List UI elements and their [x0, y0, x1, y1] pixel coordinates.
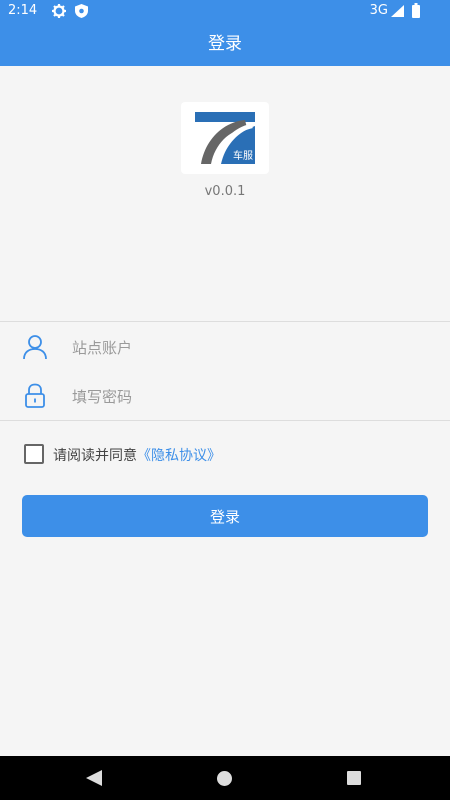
- battery-icon: [412, 3, 420, 18]
- logo-text: 车服: [233, 149, 253, 162]
- gear-icon: [52, 4, 66, 18]
- login-button[interactable]: 登录: [22, 495, 428, 537]
- account-input[interactable]: [70, 334, 414, 362]
- app-bar: 登录: [0, 22, 450, 66]
- agreement-text: 请阅读并同意《隐私协议》: [53, 445, 221, 465]
- navigation-bar: [0, 756, 450, 800]
- app-logo: 车服: [181, 102, 269, 174]
- network-type: 3G: [369, 3, 388, 18]
- agreement-checkbox[interactable]: [24, 444, 44, 464]
- account-field: [0, 321, 450, 372]
- password-input[interactable]: [70, 383, 414, 411]
- status-time: 2:14: [8, 3, 38, 18]
- signal-icon: [391, 5, 404, 17]
- user-icon: [23, 335, 47, 360]
- recent-apps-icon[interactable]: [347, 771, 361, 785]
- agreement-label: 请阅读并同意: [53, 448, 137, 464]
- password-field: [0, 371, 450, 421]
- shield-icon: [75, 4, 88, 18]
- status-bar: 2:14 3G: [0, 0, 450, 22]
- app-version: v0.0.1: [204, 184, 246, 199]
- lock-icon: [25, 383, 45, 408]
- back-icon[interactable]: [86, 770, 102, 786]
- privacy-policy-link[interactable]: 《隐私协议》: [137, 448, 221, 464]
- page-title: 登录: [208, 34, 242, 54]
- logo-mark: 车服: [195, 112, 255, 164]
- home-icon[interactable]: [217, 771, 232, 786]
